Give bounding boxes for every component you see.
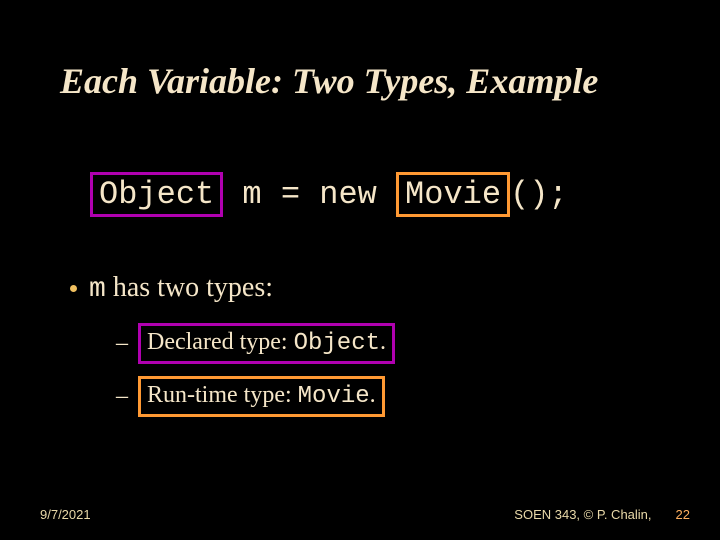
dash-icon: – [116, 330, 128, 357]
bullet-item: m has two types: [70, 272, 660, 305]
footer-date: 9/7/2021 [40, 507, 91, 522]
code-example-line: Object m = new Movie(); [90, 172, 660, 217]
bullet-text: m has two types: [89, 272, 273, 305]
runtime-post: . [370, 382, 376, 408]
declared-post: . [380, 329, 386, 355]
declared-type-line: Declared type: Object. [138, 323, 395, 364]
footer-course: SOEN 343, © P. Chalin, [514, 507, 651, 522]
declared-pre: Declared type: [147, 329, 294, 355]
dash-icon: – [116, 383, 128, 410]
sub-bullet-declared: – Declared type: Object. [116, 323, 660, 364]
runtime-value: Movie [298, 383, 370, 410]
bullet-icon [70, 285, 77, 292]
slide: Each Variable: Two Types, Example Object… [0, 0, 720, 540]
runtime-type-box: Movie [396, 172, 510, 217]
runtime-type-line: Run-time type: Movie. [138, 376, 385, 417]
code-text-mid: m = new [223, 176, 396, 213]
runtime-pre: Run-time type: [147, 382, 298, 408]
sub-bullet-runtime: – Run-time type: Movie. [116, 376, 660, 417]
declared-type-box: Object [90, 172, 223, 217]
bullet-rest: has two types: [106, 272, 273, 303]
slide-footer: 9/7/2021 SOEN 343, © P. Chalin, 22 [0, 507, 720, 522]
variable-m: m [89, 274, 106, 305]
declared-value: Object [294, 330, 380, 357]
slide-title: Each Variable: Two Types, Example [60, 60, 660, 102]
footer-page-number: 22 [676, 507, 690, 522]
code-text-tail: (); [510, 176, 568, 213]
